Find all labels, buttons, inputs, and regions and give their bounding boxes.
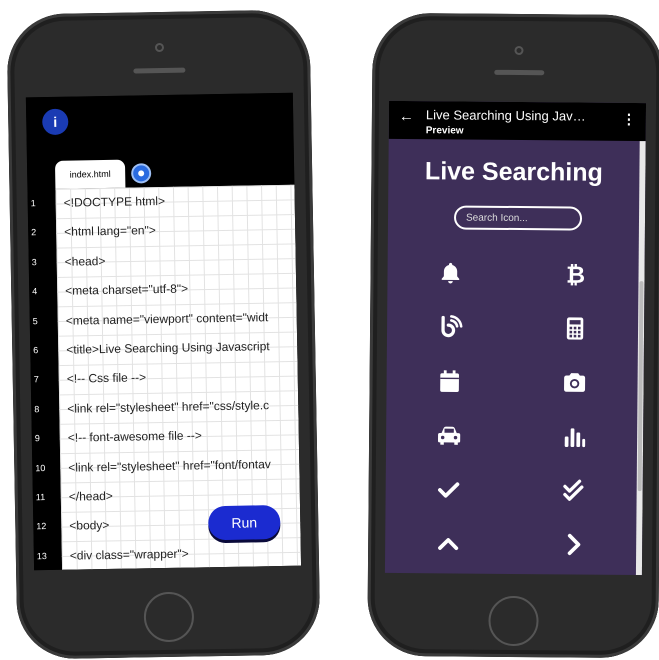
code-line[interactable]: <link rel="stylesheet" href="font/fontav xyxy=(60,449,299,483)
icon-grid: ₿ xyxy=(385,246,639,572)
right-phone-frame: ← Live Searching Using Jav… Preview ⋮ Li… xyxy=(367,12,659,659)
speaker-grille xyxy=(133,67,186,74)
check-double-icon[interactable] xyxy=(511,463,637,518)
code-line[interactable]: <!-- font-awesome file --> xyxy=(60,420,299,454)
more-options-icon[interactable]: ⋮ xyxy=(622,111,636,128)
home-button[interactable] xyxy=(143,591,195,643)
svg-text:₿: ₿ xyxy=(566,261,585,289)
chevron-up-icon[interactable] xyxy=(385,516,511,571)
check-icon[interactable] xyxy=(385,462,511,517)
code-line[interactable]: <div class="wrapper"> xyxy=(62,537,301,570)
bell-icon[interactable] xyxy=(387,246,513,301)
chevron-right-icon[interactable] xyxy=(510,517,636,572)
add-tab-icon[interactable] xyxy=(133,165,150,182)
preview-screen: ← Live Searching Using Jav… Preview ⋮ Li… xyxy=(384,100,647,576)
car-icon[interactable] xyxy=(386,408,512,463)
code-line[interactable]: <html lang="en"> xyxy=(56,214,295,248)
code-line[interactable]: <title>Live Searching Using Javascript xyxy=(58,332,297,366)
line-number: 7 xyxy=(33,374,39,385)
line-number: 3 xyxy=(31,256,37,268)
code-line[interactable]: <head> xyxy=(56,243,295,277)
info-menu-button[interactable]: i xyxy=(42,108,69,136)
page-heading: Live Searching xyxy=(424,157,603,187)
line-number: 1 xyxy=(30,198,36,209)
blogger-icon[interactable] xyxy=(387,300,513,355)
home-button[interactable] xyxy=(488,595,539,647)
line-number: 6 xyxy=(33,345,39,356)
line-number: 10 xyxy=(35,462,46,473)
left-phone-frame: i index.html 1 2 3 4 5 6 7 8 9 10 11 12 … xyxy=(6,9,321,660)
run-button[interactable]: Run xyxy=(208,504,281,541)
camera-icon[interactable] xyxy=(512,355,638,410)
line-number: 11 xyxy=(35,491,46,503)
line-number: 5 xyxy=(32,315,38,326)
code-line[interactable]: <!DOCTYPE html> xyxy=(55,185,294,219)
line-number: 13 xyxy=(36,550,47,561)
code-line[interactable]: <meta charset="utf-8"> xyxy=(57,273,296,307)
front-camera-icon xyxy=(514,45,524,56)
tab-index-html[interactable]: index.html xyxy=(54,159,126,189)
code-line[interactable]: <!-- Css file --> xyxy=(59,361,298,395)
line-number: 12 xyxy=(36,521,47,532)
line-number: 4 xyxy=(32,286,38,297)
calculator-icon[interactable] xyxy=(512,301,638,356)
code-line[interactable]: <meta name="viewport" content="widt xyxy=(57,302,296,336)
search-input[interactable] xyxy=(453,205,583,231)
editor-header: i index.html xyxy=(25,92,295,190)
scroll-thumb[interactable] xyxy=(637,281,644,492)
bitcoin-icon[interactable]: ₿ xyxy=(513,247,639,302)
line-number: 9 xyxy=(34,433,40,444)
code-editor-screen: i index.html 1 2 3 4 5 6 7 8 9 10 11 12 … xyxy=(25,92,302,571)
calendar-icon[interactable] xyxy=(386,354,512,409)
front-camera-icon xyxy=(154,42,165,53)
preview-subtitle: Preview xyxy=(425,125,464,137)
line-number: 2 xyxy=(31,227,37,238)
back-arrow-icon[interactable]: ← xyxy=(399,108,414,125)
speaker-grille xyxy=(494,69,545,76)
line-number: 8 xyxy=(34,403,40,415)
code-line[interactable]: <link rel="stylesheet" href="css/style.c xyxy=(59,390,298,424)
preview-app-bar: ← Live Searching Using Jav… Preview ⋮ xyxy=(388,100,647,142)
preview-title: Live Searching Using Jav… xyxy=(425,107,586,124)
chart-bar-icon[interactable] xyxy=(511,409,637,464)
